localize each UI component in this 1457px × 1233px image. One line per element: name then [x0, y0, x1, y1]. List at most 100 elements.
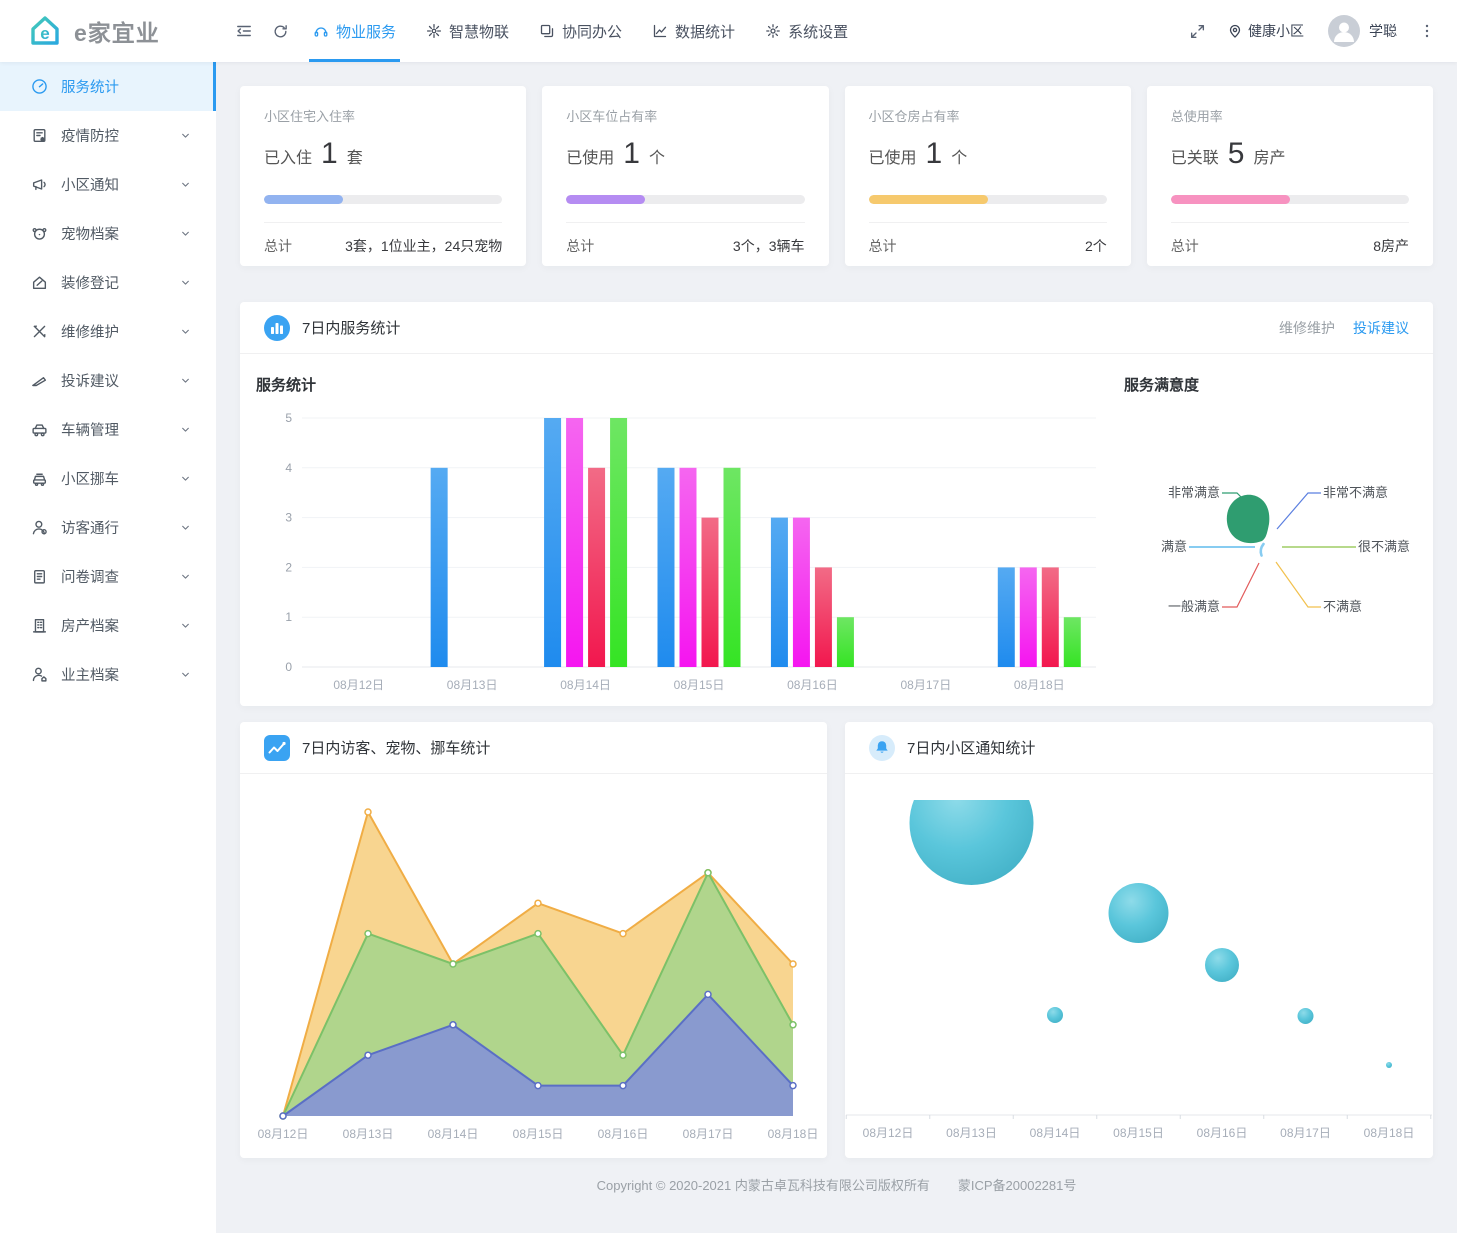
refresh-button[interactable] — [262, 0, 298, 62]
logo-text: e家宜业 — [74, 20, 160, 46]
sidebar-item-pets[interactable]: 宠物档案 — [0, 209, 216, 258]
megaphone-icon — [32, 179, 46, 191]
sidebar-item-label: 维修维护 — [61, 325, 119, 341]
owner-icon — [32, 667, 47, 682]
svg-text:08月15日: 08月15日 — [674, 678, 725, 692]
svg-text:08月12日: 08月12日 — [333, 678, 384, 692]
user-menu[interactable]: 学聪 — [1316, 15, 1409, 47]
notice-stats-panel: 7日内小区通知统计 08月12日 08月13日 08月14日 08月15日 08月16日… — [845, 722, 1433, 1158]
fullscreen-button[interactable] — [1179, 0, 1215, 62]
chevron-down-icon — [182, 280, 189, 285]
tab-system-settings[interactable]: 系统设置 — [750, 0, 863, 62]
svg-text:非常满意: 非常满意 — [1168, 485, 1220, 500]
sidebar-item-estate[interactable]: 房产档案 — [0, 601, 216, 650]
headset-icon — [314, 27, 328, 37]
main-content: 小区住宅入住率 已入住 1 套总计 3套，1位业主，24只宠物 小区车位占有率 已使用 1 个总… — [216, 62, 1457, 1233]
nav-item-label: 协同办公 — [562, 23, 623, 41]
chevron-down-icon — [182, 378, 189, 383]
sidebar-item-label: 投诉建议 — [61, 374, 119, 390]
chevron-down-icon — [182, 525, 189, 530]
svg-text:一般满意: 一般满意 — [1168, 599, 1220, 614]
notice-bubble-chart: 08月12日 08月13日 08月14日 08月15日 08月16日 08月17日 08月1… — [845, 800, 1432, 1140]
sidebar-item-label: 疫情防控 — [61, 129, 119, 145]
bottom-row: 7日内访客、宠物、挪车统计 08月12日 08月13日 08月14日 08月15日 08… — [240, 722, 1433, 1158]
sidebar-item-vehicles[interactable]: 车辆管理 — [0, 405, 216, 454]
service-panel-body: 服务统计 服务满意度 0 1 2 3 4 5 08月12日 08月13日 08月14日 08月15… — [240, 354, 1433, 706]
sidebar-item-owners[interactable]: 业主档案 — [0, 650, 216, 699]
tab-collab-office[interactable]: 协同办公 — [524, 0, 637, 62]
svg-text:e: e — [40, 24, 49, 43]
svg-text:08月12日: 08月12日 — [258, 1127, 309, 1141]
sidebar-item-label: 服务统计 — [61, 80, 119, 96]
service-bar-chart: 0 1 2 3 4 5 08月12日 08月13日 08月14日 08月15日 08月16日 08月1… — [285, 411, 1096, 692]
svg-text:08月15日: 08月15日 — [513, 1127, 564, 1141]
progress-bar — [868, 195, 1107, 204]
sidebar-item-renovation[interactable]: 装修登记 — [0, 258, 216, 307]
sidebar: 服务统计疫情防控小区通知 宠物档案装修登记维修维护投诉建议车辆管理小区挪车 访客通行… — [0, 62, 216, 1233]
chevron-down-icon — [182, 133, 189, 138]
svg-text:08月18日: 08月18日 — [1014, 678, 1065, 692]
tab-data-stats[interactable]: 数据统计 — [637, 0, 750, 62]
sidebar-item-epidemic[interactable]: 疫情防控 — [0, 111, 216, 160]
svg-text:5: 5 — [285, 411, 292, 425]
repair-icon — [33, 325, 46, 338]
more-menu-button[interactable] — [1409, 0, 1445, 62]
complaint-link[interactable]: 投诉建议 — [1353, 318, 1409, 338]
service-panel-header: 7日内服务统计 维修维护 投诉建议 — [240, 302, 1433, 354]
card-title: 小区仓房占有率 — [868, 109, 960, 124]
renovation-icon — [32, 276, 47, 290]
tab-property-service[interactable]: 物业服务 — [298, 0, 411, 62]
visitor-panel-title: 7日内访客、宠物、挪车统计 — [302, 740, 491, 757]
sidebar-item-survey[interactable]: 问卷调查 — [0, 552, 216, 601]
pie-chart-caption: 服务满意度 — [1124, 377, 1200, 394]
nav-item-label: 物业服务 — [336, 23, 397, 41]
card-title: 小区住宅入住率 — [264, 109, 356, 124]
tab-smart-iot[interactable]: 智慧物联 — [411, 0, 524, 62]
card-total-row: 总计 2个 — [868, 238, 1107, 254]
line-chart-badge-icon — [264, 734, 290, 761]
community-label: 健康小区 — [1248, 23, 1304, 39]
sidebar-item-visitors[interactable]: 访客通行 — [0, 503, 216, 552]
sidebar-item-label: 业主档案 — [61, 668, 119, 684]
survey-icon — [34, 569, 45, 584]
card-total-row: 总计 3套，1位业主，24只宠物 — [264, 238, 503, 254]
bar-chart-badge-icon — [264, 314, 290, 341]
collapse-icon — [237, 25, 251, 37]
svg-text:很不满意: 很不满意 — [1358, 539, 1410, 554]
repair-link[interactable]: 维修维护 — [1279, 318, 1335, 338]
svg-text:1: 1 — [285, 610, 292, 624]
svg-text:08月16日: 08月16日 — [1197, 1126, 1248, 1140]
sidebar-item-label: 房产档案 — [61, 619, 119, 635]
sidebar-collapse-button[interactable] — [226, 0, 262, 62]
iot-icon — [426, 23, 442, 39]
location-icon — [1229, 24, 1241, 38]
sidebar-item-service-stats[interactable]: 服务统计 — [0, 62, 216, 111]
notice-panel-title: 7日内小区通知统计 — [907, 740, 1036, 757]
card-total-row: 总计 3个，3辆车 — [566, 238, 805, 254]
sidebar-item-complaints[interactable]: 投诉建议 — [0, 356, 216, 405]
sidebar-item-repair[interactable]: 维修维护 — [0, 307, 216, 356]
community-switcher[interactable]: 健康小区 — [1215, 21, 1316, 41]
fullscreen-icon — [1190, 24, 1204, 38]
card-value: 已使用 1 个 — [868, 137, 968, 170]
copyright-text: Copyright © 2020-2021 内蒙古卓瓦科技有限公司版权所有 — [596, 1178, 930, 1193]
svg-text:3: 3 — [285, 511, 292, 525]
sidebar-item-move-car[interactable]: 小区挪车 — [0, 454, 216, 503]
sidebar-item-notice[interactable]: 小区通知 — [0, 160, 216, 209]
visitor-stats-panel: 7日内访客、宠物、挪车统计 08月12日 08月13日 08月14日 08月15日 08… — [240, 722, 827, 1158]
card-value: 已使用 1 个 — [566, 137, 665, 170]
stat-card: 总使用率 已关联 5 房产 总计 8房产 — [1146, 86, 1433, 266]
progress-bar — [566, 195, 805, 204]
top-nav: 物业服务 智慧物联 协同办公 数据统计 系统设置 — [226, 0, 863, 62]
sidebar-item-label: 车辆管理 — [61, 423, 119, 439]
chevron-down-icon — [182, 672, 189, 677]
service-panel-title: 7日内服务统计 — [302, 320, 401, 337]
complaint-icon — [32, 377, 47, 387]
username: 学聪 — [1369, 23, 1397, 39]
vehicle-icon — [32, 424, 47, 437]
svg-text:4: 4 — [285, 461, 292, 475]
app-logo: e e家宜业 — [0, 12, 216, 50]
visitor-area-chart: 08月12日 08月13日 08月14日 08月15日 08月16日 08月17日 08月1… — [258, 808, 818, 1141]
avatar — [1328, 15, 1360, 47]
sidebar-item-label: 装修登记 — [61, 276, 119, 292]
